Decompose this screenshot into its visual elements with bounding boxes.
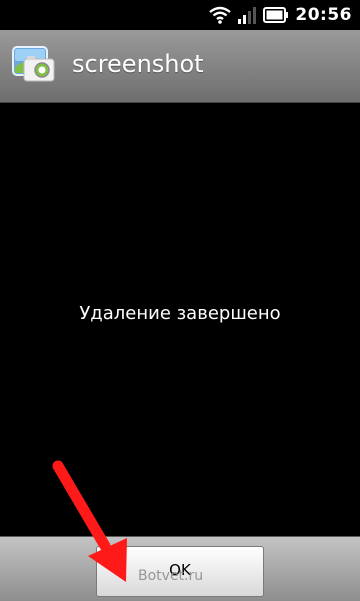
status-bar: 20:56 <box>0 0 360 30</box>
clock: 20:56 <box>295 5 352 25</box>
dialog-content: Удаление завершено <box>0 103 360 536</box>
watermark: Botvet.ru <box>138 568 204 584</box>
app-title: screenshot <box>72 50 204 78</box>
signal-icon <box>238 7 257 24</box>
wifi-icon <box>209 6 232 24</box>
screenshot-app-icon <box>12 46 55 82</box>
battery-icon <box>263 7 289 23</box>
status-message: Удаление завершено <box>79 303 281 324</box>
status-icons: 20:56 <box>209 3 352 27</box>
button-bar: OK Botvet.ru <box>0 536 360 601</box>
title-bar: screenshot <box>0 30 360 103</box>
